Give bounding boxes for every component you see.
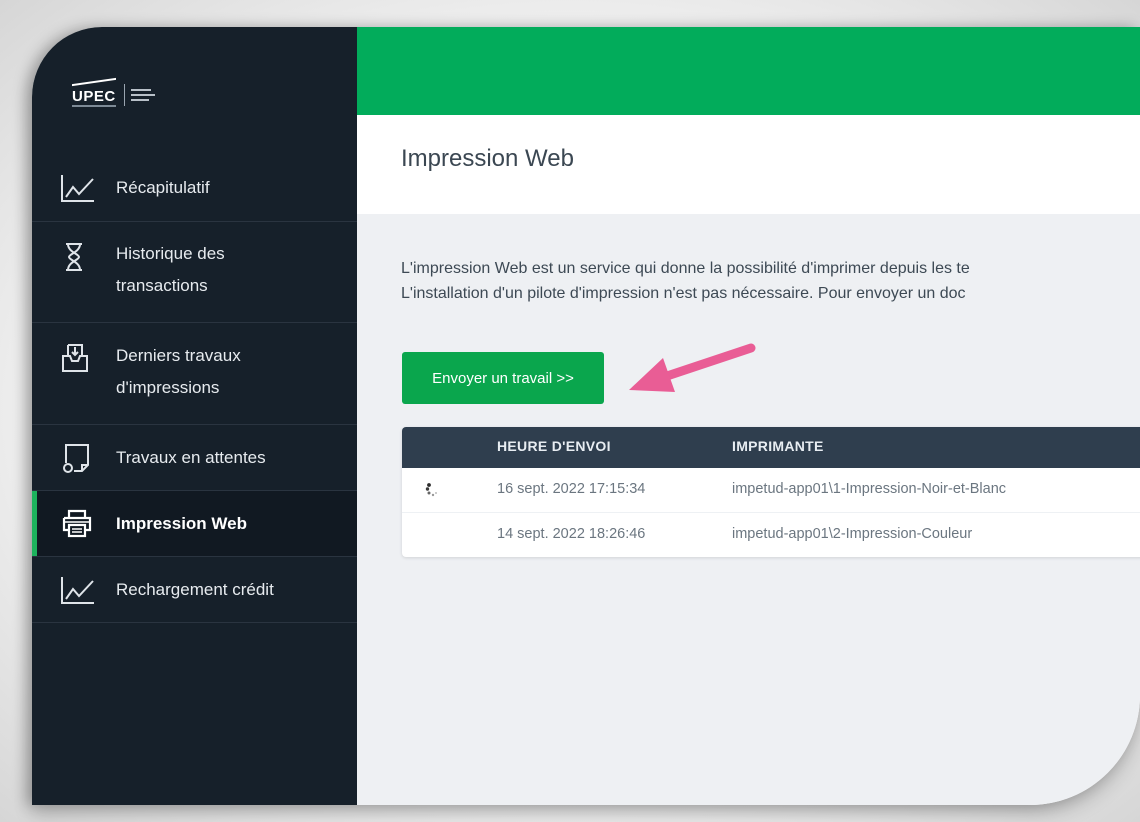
line-chart-icon (61, 175, 94, 202)
sidebar-item-label: Récapitulatif (116, 178, 210, 197)
sidebar-item-recapitulatif[interactable]: Récapitulatif (32, 155, 357, 222)
table-row[interactable]: 14 sept. 2022 18:26:46 impetud-app01\2-I… (402, 513, 1140, 557)
loading-spinner-icon (425, 483, 437, 497)
sidebar-item-impression-web[interactable]: Impression Web (32, 491, 357, 557)
send-job-button[interactable]: Envoyer un travail >> (402, 352, 604, 404)
table-header: HEURE D'ENVOI IMPRIMANTE (402, 427, 1140, 468)
sidebar-item-label: Derniers travaux d'impressions (116, 346, 241, 397)
page-header: Impression Web (357, 115, 1140, 214)
description-text: L'impression Web est un service qui donn… (401, 256, 1140, 306)
sidebar-item-rechargement[interactable]: Rechargement crédit (32, 557, 357, 623)
column-header-time[interactable]: HEURE D'ENVOI (497, 438, 611, 454)
top-bar (357, 27, 1140, 115)
jobs-table: HEURE D'ENVOI IMPRIMANTE 16 sept. 2022 1… (402, 427, 1140, 557)
sidebar-item-label: Impression Web (116, 514, 247, 533)
sidebar: UPEC Récapitulatif Historique des transa… (32, 27, 357, 805)
sidebar-item-historique[interactable]: Historique des transactions (32, 222, 357, 323)
sidebar-item-label: Historique des transactions (116, 244, 225, 295)
printer-icon (62, 509, 92, 538)
table-row[interactable]: 16 sept. 2022 17:15:34 impetud-app01\1-I… (402, 468, 1140, 513)
row-time: 14 sept. 2022 18:26:46 (497, 526, 646, 542)
sidebar-item-label: Rechargement crédit (116, 580, 274, 599)
sidebar-item-derniers-travaux[interactable]: Derniers travaux d'impressions (32, 323, 357, 425)
description-line-2: L'installation d'un pilote d'impression … (401, 285, 966, 302)
annotation-arrow-icon (629, 343, 756, 392)
pending-jobs-icon (63, 444, 89, 473)
inbox-tray-icon (62, 344, 88, 372)
description-line-1: L'impression Web est un service qui donn… (401, 260, 970, 277)
app-window: UPEC Récapitulatif Historique des transa… (32, 27, 1140, 805)
page-title: Impression Web (401, 145, 574, 172)
line-chart-icon (61, 577, 94, 604)
upec-logo: UPEC (70, 75, 155, 115)
row-printer: impetud-app01\1-Impression-Noir-et-Blanc (732, 481, 1007, 497)
main-content: L'impression Web est un service qui donn… (357, 214, 1140, 805)
hourglass-icon (66, 243, 82, 271)
sidebar-item-travaux-attentes[interactable]: Travaux en attentes (32, 425, 357, 491)
row-printer: impetud-app01\2-Impression-Couleur (732, 526, 973, 542)
sidebar-item-label: Travaux en attentes (116, 448, 266, 467)
row-time: 16 sept. 2022 17:15:34 (497, 481, 646, 497)
sidebar-nav: Récapitulatif Historique des transaction… (32, 155, 357, 623)
column-header-printer[interactable]: IMPRIMANTE (732, 438, 824, 454)
